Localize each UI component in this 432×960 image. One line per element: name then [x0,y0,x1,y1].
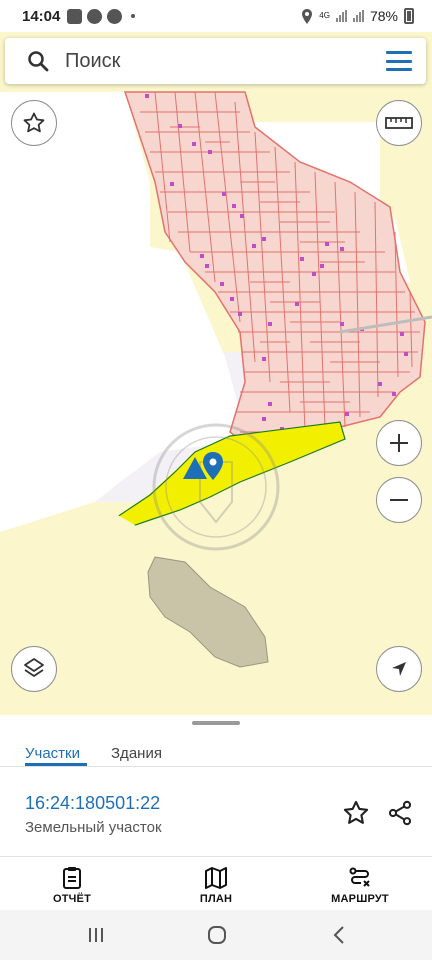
report-label: ОТЧЁТ [52,893,92,905]
system-navigation-bar [0,910,432,960]
info-sheet: Участки Здания 16:24:180501:22 Земельный… [0,715,432,910]
recent-apps-icon[interactable] [86,925,106,945]
plan-button[interactable]: ПЛАН [144,857,288,910]
zoom-in-button[interactable] [376,420,422,466]
layers-icon [24,658,44,677]
gallery-notification-icon [67,8,83,24]
share-icon[interactable] [386,799,414,827]
layers-button[interactable] [11,646,57,692]
ruler-icon [385,117,413,129]
whatsapp-icon [87,8,103,24]
search-bar[interactable]: Поиск [5,38,426,84]
signal-icon-2 [352,10,364,22]
sheet-tabs: Участки Здания [0,729,432,767]
tab-parcels[interactable]: Участки [25,745,80,762]
route-button[interactable]: МАРШРУТ [288,857,432,910]
map-canvas[interactable] [0,32,432,715]
menu-icon[interactable] [386,51,412,71]
my-location-button[interactable] [376,646,422,692]
map-drawing [0,91,432,668]
tab-buildings[interactable]: Здания [111,745,162,762]
battery-percent: 78% [369,8,398,24]
active-tab-indicator [25,763,87,766]
star-icon[interactable] [342,799,370,827]
zoom-out-icon [390,499,408,501]
map-icon [205,867,227,889]
more-notifications-icon [131,14,136,18]
route-icon [349,867,370,887]
status-bar: 14:04 4G 78% [0,0,432,32]
cadastral-number[interactable]: 16:24:180501:22 [25,793,160,814]
navigation-arrow-icon [392,662,406,676]
battery-icon [404,8,414,24]
signal-icon [335,10,347,22]
sheet-handle[interactable] [192,721,240,725]
ruler-button[interactable] [376,100,422,146]
plan-label: ПЛАН [199,893,233,905]
favorite-button[interactable] [11,100,57,146]
network-type: 4G [319,11,330,20]
star-icon [23,112,45,133]
whatsapp-icon-2 [107,8,123,24]
home-icon[interactable] [206,924,228,946]
route-label: МАРШРУТ [331,893,389,905]
search-input[interactable]: Поиск [65,50,386,73]
zoom-out-button[interactable] [376,477,422,523]
status-time: 14:04 [22,7,61,25]
back-icon[interactable] [330,924,348,946]
report-button[interactable]: ОТЧЁТ [0,857,144,910]
parcel-type: Земельный участок [25,819,162,836]
location-status-icon [302,8,313,24]
search-icon [28,51,49,72]
zoom-in-icon [390,434,408,452]
clipboard-icon [63,867,81,889]
